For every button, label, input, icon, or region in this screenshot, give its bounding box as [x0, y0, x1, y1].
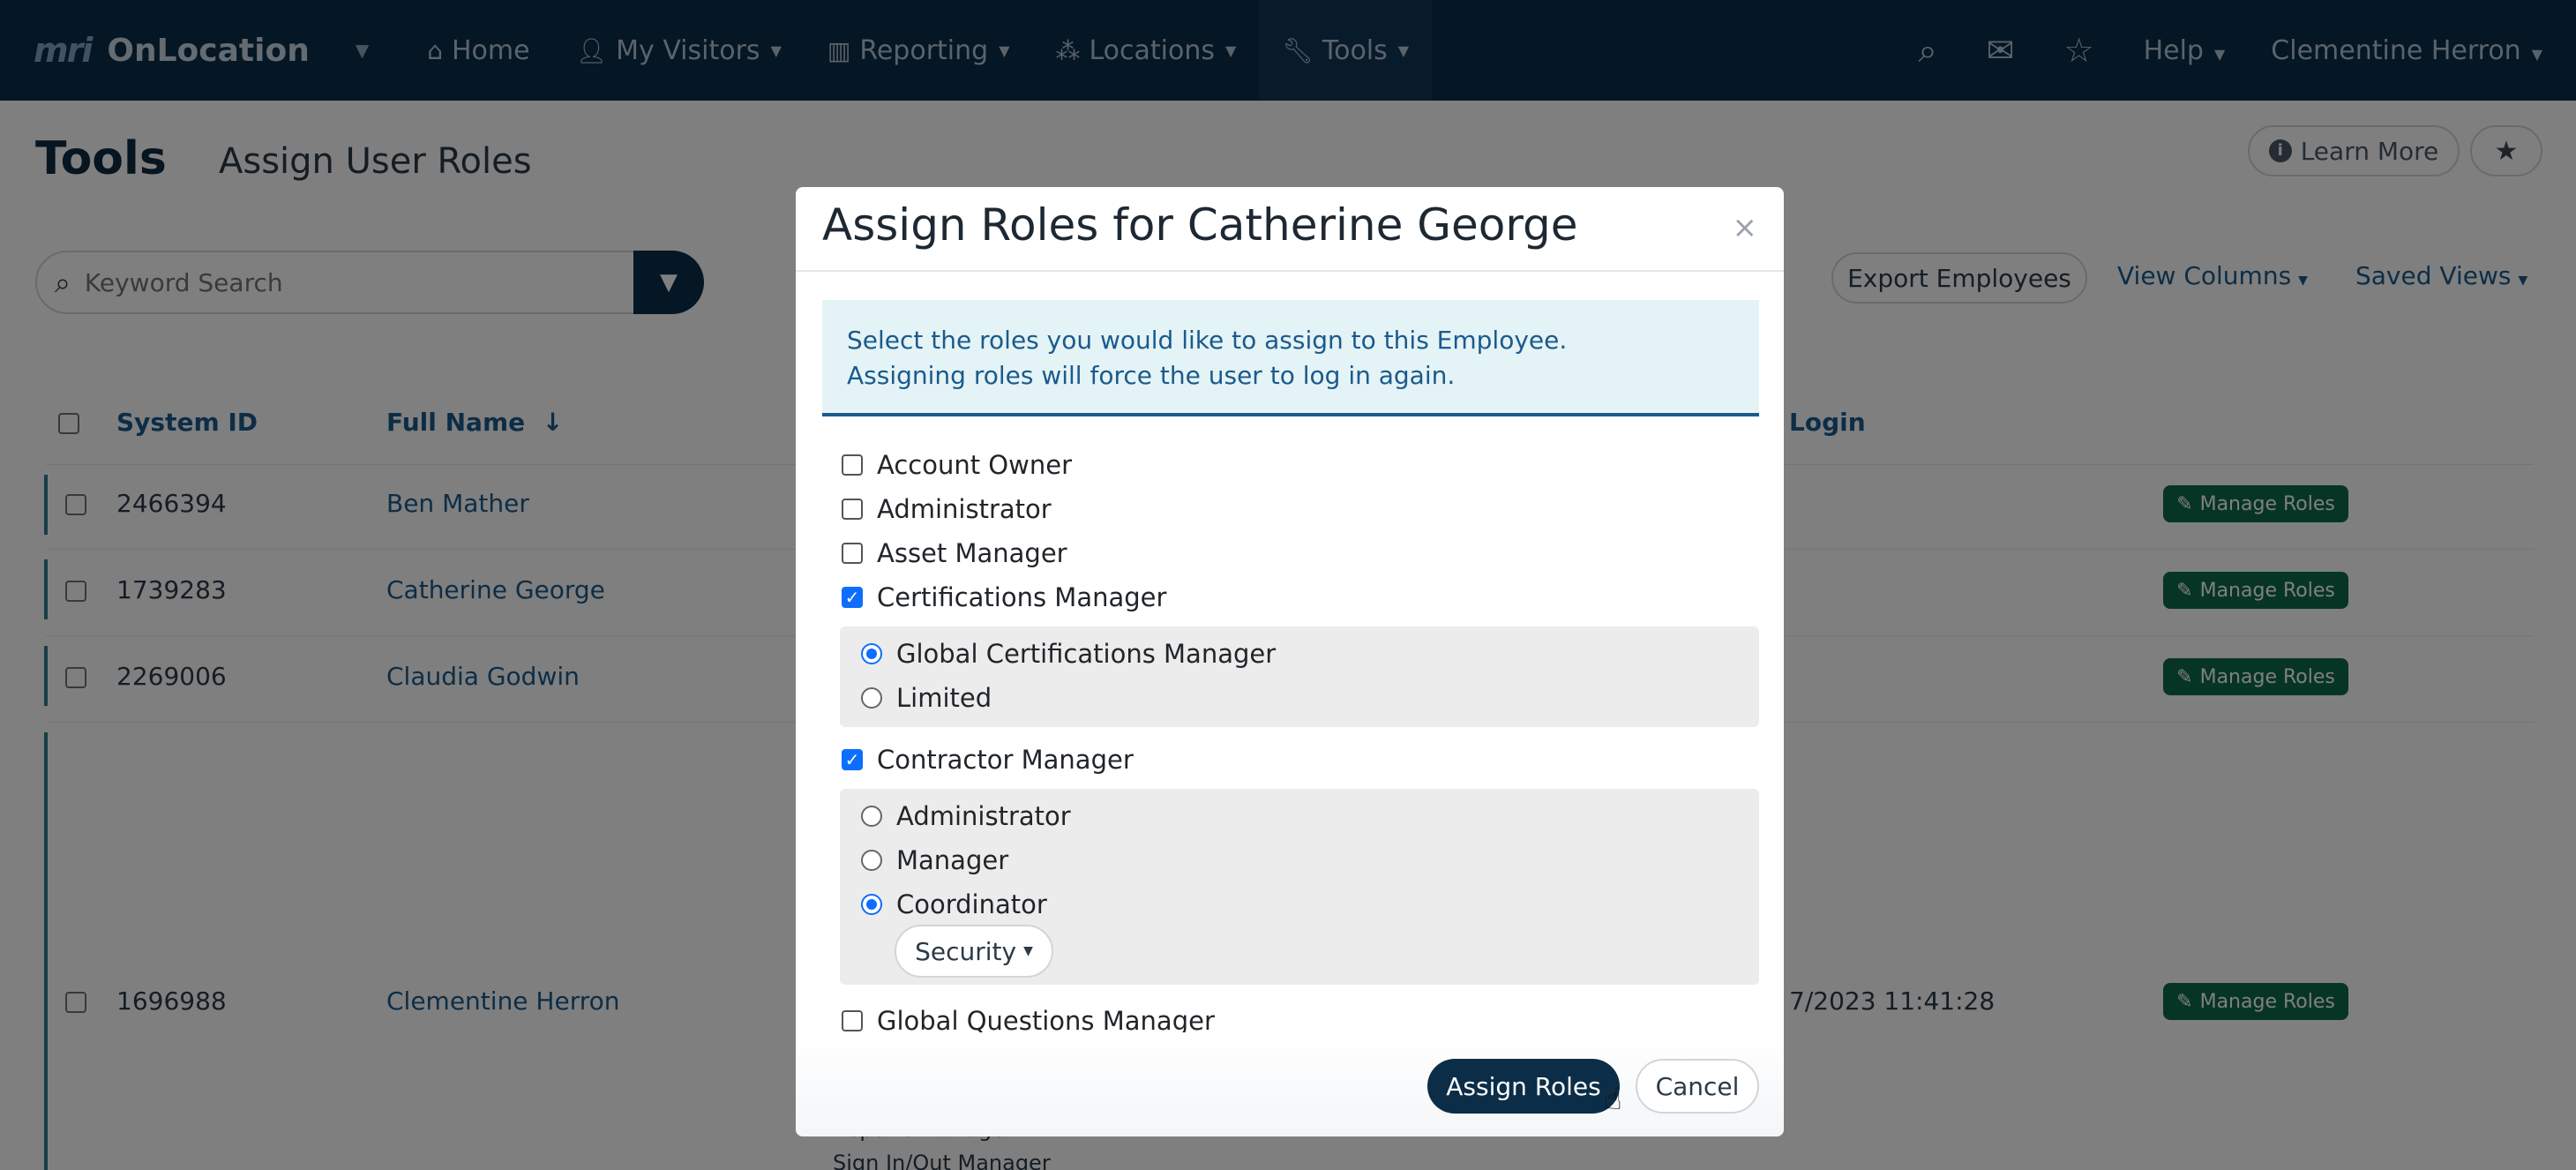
option-label: Coordinator [896, 889, 1047, 919]
radio[interactable] [861, 687, 882, 709]
certifications-options: Global Certifications Manager Limited [840, 626, 1759, 727]
role-label: Contractor Manager [877, 745, 1134, 775]
info-alert: Select the roles you would like to assig… [822, 300, 1759, 416]
role-label: Administrator [877, 494, 1052, 524]
assign-roles-button[interactable]: Assign Roles [1427, 1059, 1620, 1114]
role-certifications-manager[interactable]: ✓ Certifications Manager [842, 582, 1166, 612]
option-label: Global Certifications Manager [896, 639, 1277, 669]
cancel-button[interactable]: Cancel [1636, 1059, 1759, 1114]
checkbox[interactable] [842, 499, 863, 520]
pointer-cursor-icon: ☝ [1604, 1082, 1622, 1117]
option-administrator[interactable]: Administrator [861, 801, 1071, 831]
role-account-owner[interactable]: Account Owner [842, 450, 1072, 480]
role-global-questions-manager[interactable]: Global Questions Manager [842, 1006, 1215, 1032]
modal-header: Assign Roles for Catherine George × [796, 187, 1784, 272]
radio[interactable] [861, 850, 882, 871]
modal-body[interactable]: Select the roles you would like to assig… [796, 274, 1784, 1032]
option-limited[interactable]: Limited [861, 683, 992, 713]
assign-roles-modal: Assign Roles for Catherine George × Sele… [796, 187, 1784, 1136]
option-global-certifications-manager[interactable]: Global Certifications Manager [861, 639, 1276, 669]
radio-selected[interactable] [861, 894, 882, 915]
checkbox[interactable] [842, 454, 863, 476]
security-dropdown[interactable]: Security ▼ [895, 925, 1053, 978]
role-label: Asset Manager [877, 538, 1067, 568]
role-administrator[interactable]: Administrator [842, 494, 1052, 524]
checkbox[interactable] [842, 1010, 863, 1031]
radio[interactable] [861, 806, 882, 827]
radio-selected[interactable] [861, 643, 882, 664]
option-label: Manager [896, 845, 1009, 875]
checkbox-checked[interactable]: ✓ [842, 587, 863, 608]
role-contractor-manager[interactable]: ✓ Contractor Manager [842, 745, 1134, 775]
role-label: Account Owner [877, 450, 1072, 480]
role-label: Global Questions Manager [877, 1006, 1215, 1032]
chevron-down-icon: ▼ [1023, 944, 1033, 958]
option-manager[interactable]: Manager [861, 845, 1008, 875]
option-label: Limited [896, 683, 992, 713]
contractor-options: Administrator Manager Coordinator Securi… [840, 789, 1759, 985]
checkbox-checked[interactable]: ✓ [842, 749, 863, 770]
option-label: Administrator [896, 801, 1071, 831]
info-alert-text: Select the roles you would like to assig… [847, 326, 1568, 390]
close-icon[interactable]: × [1733, 210, 1758, 245]
option-coordinator[interactable]: Coordinator [861, 889, 1047, 919]
security-dropdown-label: Security [915, 936, 1017, 966]
checkbox[interactable] [842, 543, 863, 564]
role-label: Certifications Manager [877, 582, 1167, 612]
role-asset-manager[interactable]: Asset Manager [842, 538, 1067, 568]
modal-title: Assign Roles for Catherine George [822, 199, 1578, 251]
